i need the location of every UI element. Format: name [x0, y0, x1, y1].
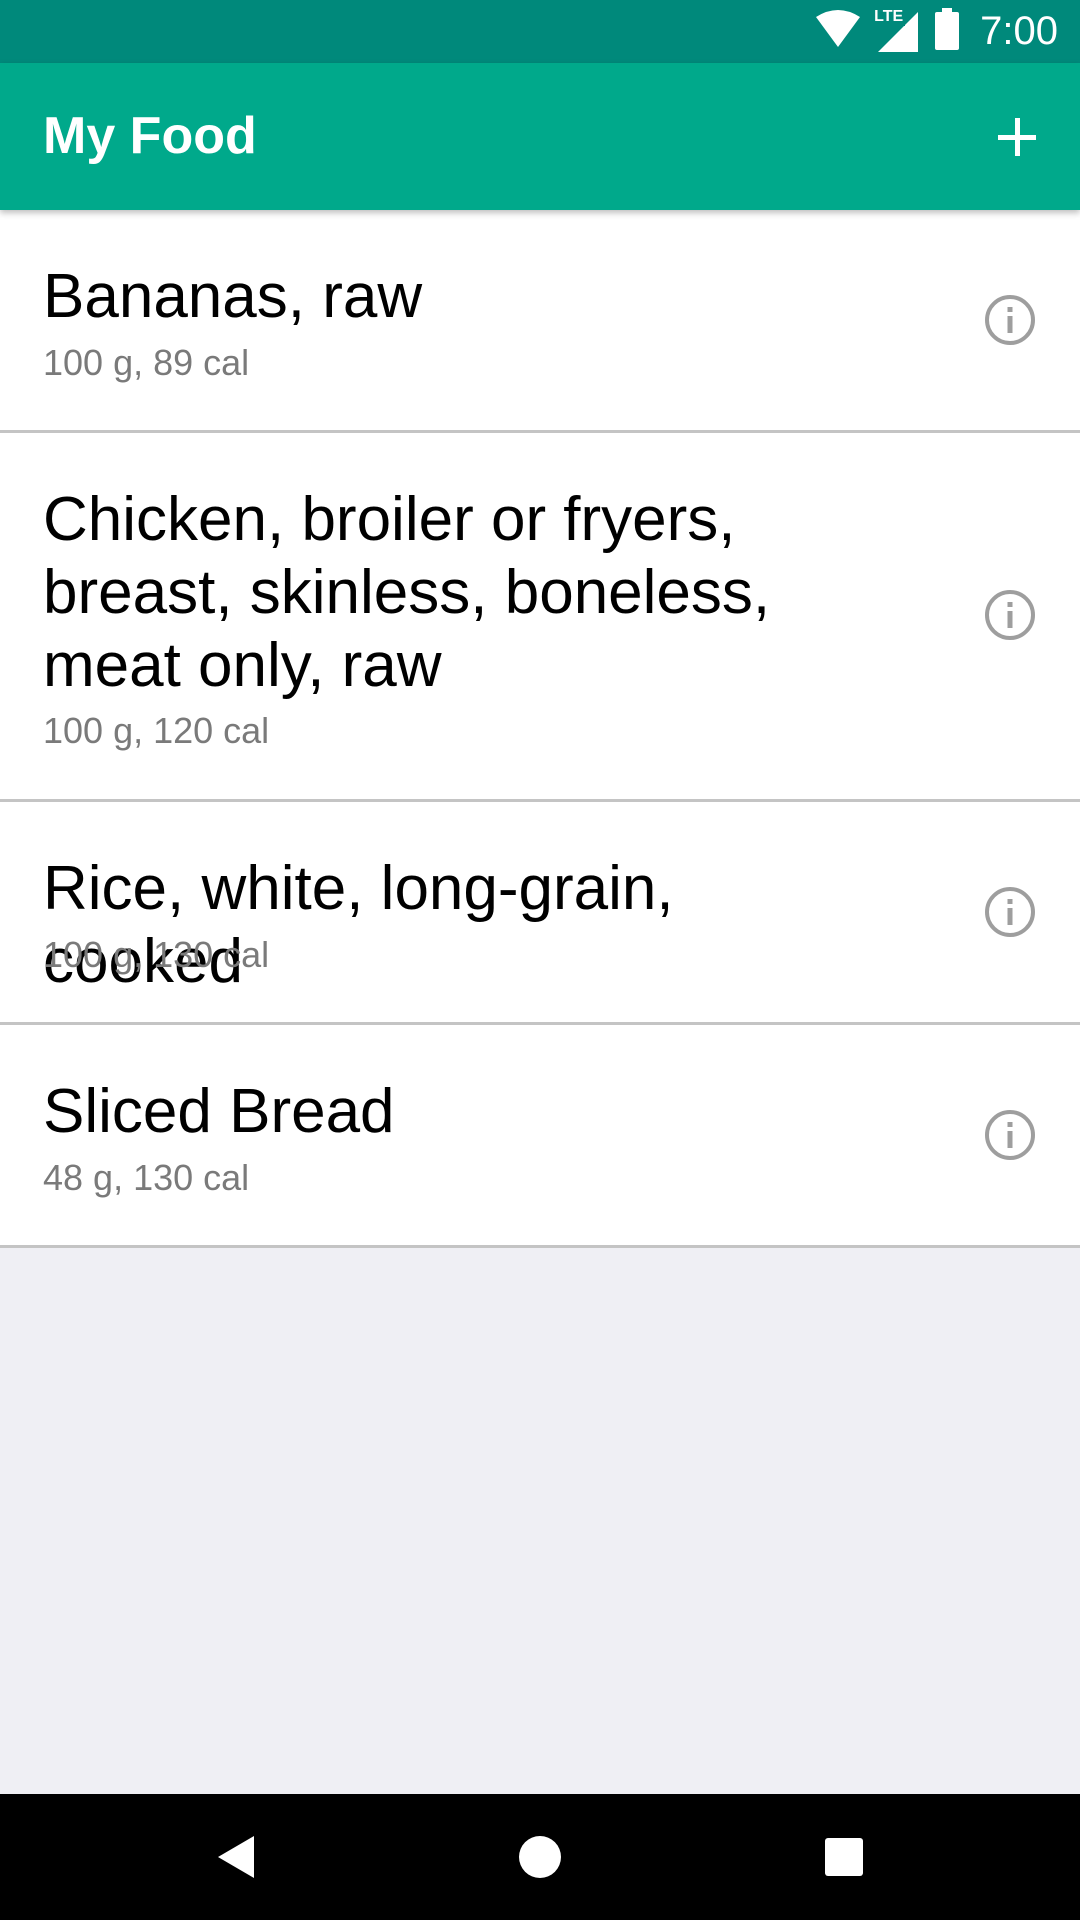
- food-detail: 48 g, 130 cal: [43, 1157, 250, 1198]
- back-icon: [218, 1836, 254, 1878]
- food-name: Bananas, raw: [43, 262, 423, 331]
- info-icon: [985, 1110, 1035, 1160]
- navigation-bar: [0, 1794, 1080, 1920]
- food-name: Rice, white, long-grain, cooked: [43, 854, 674, 996]
- status-bar: LTE 7:00: [0, 0, 1080, 63]
- app-bar: My Food: [0, 63, 1080, 210]
- info-icon: [985, 295, 1035, 345]
- home-button[interactable]: [480, 1794, 600, 1920]
- food-detail: 100 g, 130 cal: [43, 934, 270, 975]
- battery-icon: [934, 8, 960, 55]
- status-icons: LTE 7:00: [814, 0, 1058, 63]
- food-detail: 100 g, 120 cal: [43, 710, 270, 751]
- page-title: My Food: [43, 107, 257, 165]
- lte-label: LTE: [872, 7, 906, 26]
- home-icon: [519, 1836, 561, 1878]
- food-detail: 100 g, 89 cal: [43, 342, 250, 383]
- plus-icon: [998, 118, 1036, 156]
- info-button[interactable]: [984, 294, 1036, 346]
- info-button[interactable]: [984, 589, 1036, 641]
- info-button[interactable]: [984, 886, 1036, 938]
- info-button[interactable]: [984, 1109, 1036, 1161]
- food-list: Bananas, raw 100 g, 89 cal Chicken, broi…: [0, 210, 1080, 1248]
- add-food-button[interactable]: [984, 104, 1050, 170]
- info-icon: [985, 887, 1035, 937]
- recents-button[interactable]: [784, 1794, 904, 1920]
- list-item[interactable]: Bananas, raw 100 g, 89 cal: [0, 210, 1080, 433]
- info-icon: [985, 590, 1035, 640]
- back-button[interactable]: [176, 1794, 296, 1920]
- status-time: 7:00: [980, 9, 1058, 53]
- lte-signal-icon: LTE: [872, 7, 920, 54]
- list-item[interactable]: Rice, white, long-grain, cooked 100 g, 1…: [0, 802, 1080, 1025]
- recents-icon: [825, 1838, 863, 1876]
- food-name: Chicken, broiler or fryers, breast, skin…: [43, 485, 771, 700]
- list-item[interactable]: Sliced Bread 48 g, 130 cal: [0, 1025, 1080, 1248]
- food-name: Sliced Bread: [43, 1077, 395, 1146]
- wifi-icon: [814, 9, 862, 54]
- list-item[interactable]: Chicken, broiler or fryers, breast, skin…: [0, 433, 1080, 802]
